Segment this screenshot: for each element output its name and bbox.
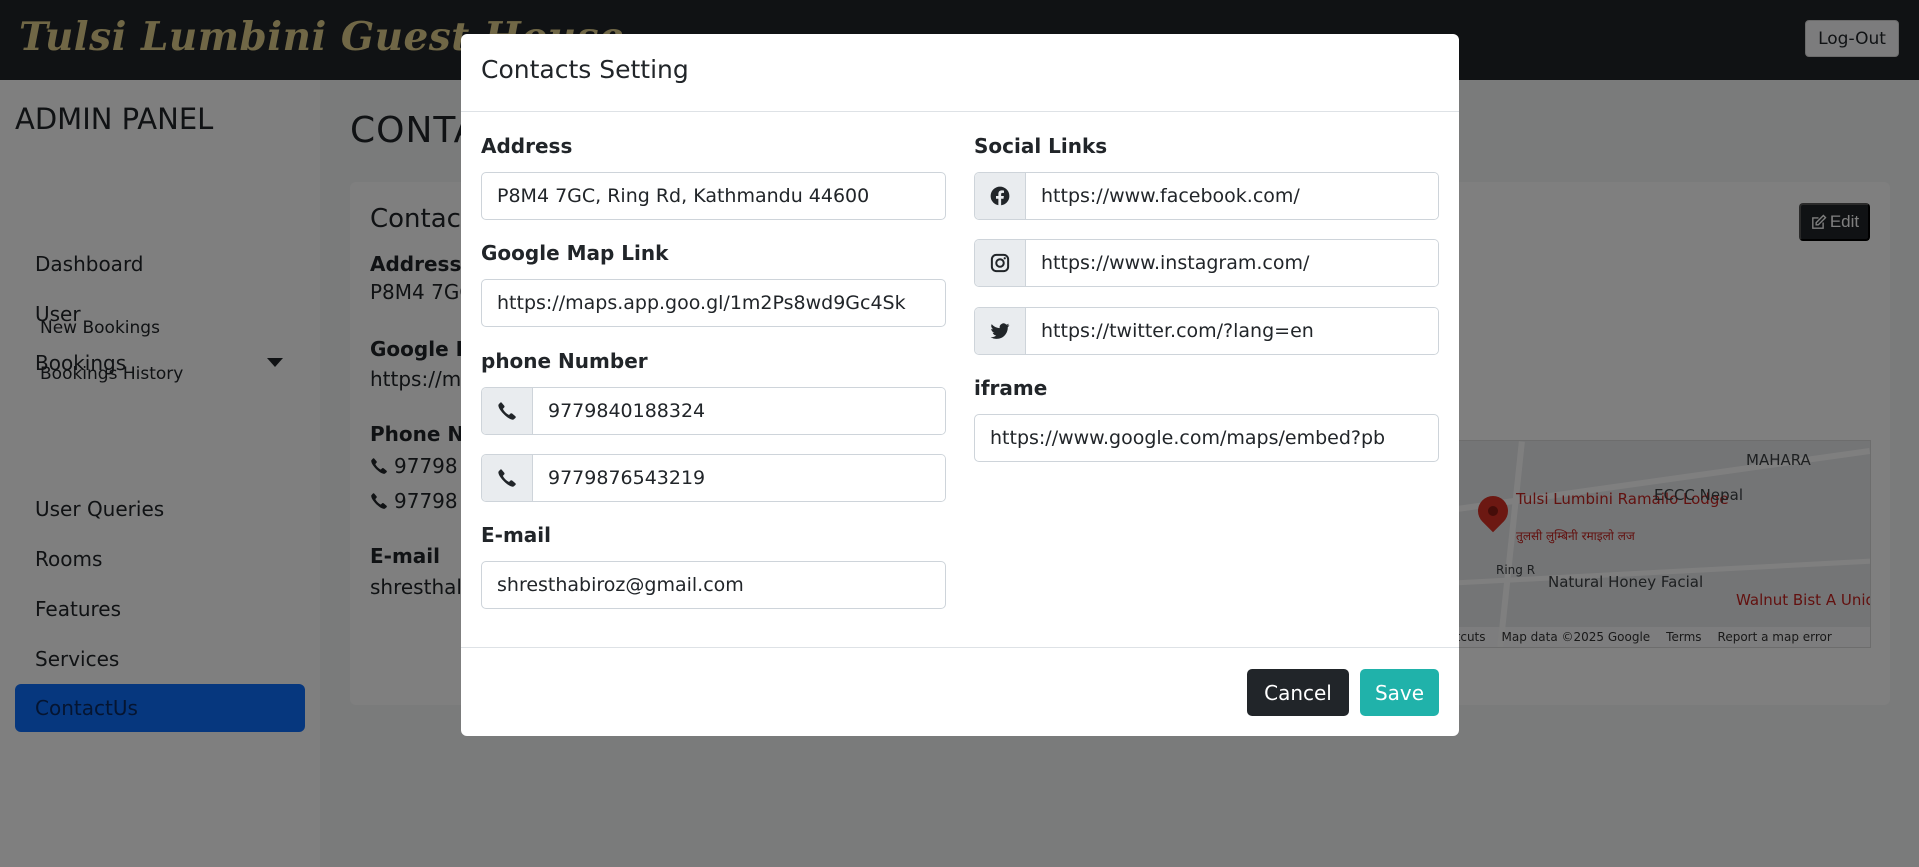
twitter-group: [974, 307, 1439, 355]
phone-icon: [482, 388, 533, 434]
email-label: E-mail: [481, 523, 552, 547]
instagram-icon: [975, 240, 1026, 286]
map-link-label: Google Map Link: [481, 241, 669, 265]
facebook-input[interactable]: [1026, 173, 1438, 219]
instagram-input[interactable]: [1026, 240, 1438, 286]
phone-2-group: [481, 454, 946, 502]
modal-header: Contacts Setting: [461, 34, 1459, 112]
social-links-label: Social Links: [974, 134, 1108, 158]
instagram-group: [974, 239, 1439, 287]
map-link-input[interactable]: [481, 279, 946, 327]
phone-1-group: [481, 387, 946, 435]
contacts-setting-modal: Contacts Setting Address Google Map Link…: [461, 34, 1459, 736]
iframe-input[interactable]: [974, 414, 1439, 462]
facebook-icon: [975, 173, 1026, 219]
modal-title: Contacts Setting: [481, 55, 689, 84]
twitter-icon: [975, 308, 1026, 354]
modal-footer-divider: [461, 647, 1459, 648]
address-input[interactable]: [481, 172, 946, 220]
phone-1-input[interactable]: [533, 388, 945, 434]
cancel-button[interactable]: Cancel: [1247, 669, 1349, 716]
twitter-input[interactable]: [1026, 308, 1438, 354]
phone-icon: [482, 455, 533, 501]
save-button[interactable]: Save: [1360, 669, 1439, 716]
email-input[interactable]: [481, 561, 946, 609]
iframe-label: iframe: [974, 376, 1048, 400]
facebook-group: [974, 172, 1439, 220]
phone-2-input[interactable]: [533, 455, 945, 501]
address-label: Address: [481, 134, 573, 158]
phone-label: phone Number: [481, 349, 648, 373]
